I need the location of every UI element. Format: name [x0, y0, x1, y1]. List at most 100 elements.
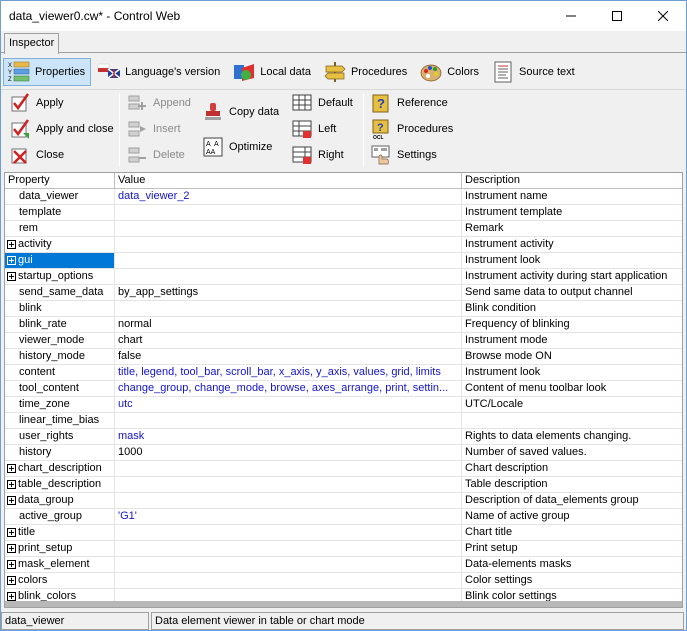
value-cell[interactable]: normal — [115, 317, 462, 332]
value-cell[interactable]: data_viewer_2 — [115, 189, 462, 204]
value-cell[interactable]: false — [115, 349, 462, 364]
value-cell[interactable] — [115, 269, 462, 284]
left-button[interactable]: Left — [292, 118, 336, 140]
table-row[interactable]: colors Color settings — [5, 573, 682, 589]
table-row[interactable]: history_mode false Browse mode ON — [5, 349, 682, 365]
property-cell[interactable]: viewer_mode — [5, 333, 115, 348]
delete-button[interactable]: Delete — [127, 144, 185, 166]
property-cell[interactable]: linear_time_bias — [5, 413, 115, 428]
properties-button[interactable]: X Y Z Properties — [3, 57, 92, 86]
property-cell[interactable]: blink_rate — [5, 317, 115, 332]
expand-plus-icon[interactable] — [7, 560, 16, 569]
apply-button[interactable]: Apply — [10, 92, 64, 114]
property-cell[interactable]: gui — [5, 253, 115, 268]
property-cell[interactable]: colors — [5, 573, 115, 588]
value-cell[interactable]: change_group, change_mode, browse, axes_… — [115, 381, 462, 396]
close-button[interactable]: Close — [10, 144, 64, 166]
append-button[interactable]: Append — [127, 92, 191, 114]
table-row[interactable]: user_rights mask Rights to data elements c… — [5, 429, 682, 445]
expand-plus-icon[interactable] — [7, 592, 16, 601]
property-cell[interactable]: data_group — [5, 493, 115, 508]
table-row[interactable]: print_setup Print setup — [5, 541, 682, 557]
value-cell[interactable] — [115, 413, 462, 428]
colors-button[interactable]: Colors — [415, 58, 485, 86]
header-property[interactable]: Property — [5, 173, 115, 188]
table-row[interactable]: table_description Table description — [5, 477, 682, 493]
value-cell[interactable] — [115, 461, 462, 476]
default-button[interactable]: Default — [292, 92, 353, 114]
close-window-button[interactable] — [640, 1, 686, 31]
property-cell[interactable]: data_viewer — [5, 189, 115, 204]
property-cell[interactable]: active_group — [5, 509, 115, 524]
value-cell[interactable] — [115, 525, 462, 540]
procedures-top-button[interactable]: Procedures — [319, 58, 413, 86]
property-cell[interactable]: startup_options — [5, 269, 115, 284]
header-value[interactable]: Value — [115, 173, 462, 188]
tab-inspector[interactable]: Inspector — [4, 33, 60, 54]
property-cell[interactable]: send_same_data — [5, 285, 115, 300]
insert-button[interactable]: Insert — [127, 118, 181, 140]
property-cell[interactable]: user_rights — [5, 429, 115, 444]
expand-plus-icon[interactable] — [7, 240, 16, 249]
table-row[interactable]: viewer_mode chart Instrument mode — [5, 333, 682, 349]
value-cell[interactable] — [115, 493, 462, 508]
property-cell[interactable]: template — [5, 205, 115, 220]
maximize-button[interactable] — [594, 1, 640, 31]
table-row[interactable]: history 1000 Number of saved values. — [5, 445, 682, 461]
value-cell[interactable]: by_app_settings — [115, 285, 462, 300]
property-cell[interactable]: content — [5, 365, 115, 380]
table-row[interactable]: mask_element Data-elements masks — [5, 557, 682, 573]
table-row[interactable]: linear_time_bias — [5, 413, 682, 429]
table-row[interactable]: content title, legend, tool_bar, scroll_b… — [5, 365, 682, 381]
table-row[interactable]: chart_description Chart description — [5, 461, 682, 477]
source-text-button[interactable]: Source text — [487, 58, 581, 86]
table-row[interactable]: active_group 'G1' Name of active group — [5, 509, 682, 525]
property-cell[interactable]: print_setup — [5, 541, 115, 556]
value-cell[interactable]: 1000 — [115, 445, 462, 460]
property-cell[interactable]: mask_element — [5, 557, 115, 572]
right-button[interactable]: Right — [292, 144, 344, 166]
copy-data-button[interactable]: Copy data — [203, 101, 279, 123]
property-cell[interactable]: history_mode — [5, 349, 115, 364]
table-row[interactable]: title Chart title — [5, 525, 682, 541]
value-cell[interactable]: chart — [115, 333, 462, 348]
language-version-button[interactable]: Language's version — [93, 58, 226, 86]
optimize-button[interactable]: A A AA Optimize — [203, 136, 272, 158]
expand-plus-icon[interactable] — [7, 272, 16, 281]
header-description[interactable]: Description — [462, 173, 682, 188]
apply-close-button[interactable]: Apply and close — [10, 118, 114, 140]
property-cell[interactable]: tool_content — [5, 381, 115, 396]
expand-plus-icon[interactable] — [7, 464, 16, 473]
table-row[interactable]: startup_options Instrument activity durin… — [5, 269, 682, 285]
value-cell[interactable]: utc — [115, 397, 462, 412]
table-row[interactable]: tool_content change_group, change_mode, b… — [5, 381, 682, 397]
table-row[interactable]: template Instrument template — [5, 205, 682, 221]
property-cell[interactable]: activity — [5, 237, 115, 252]
property-cell[interactable]: time_zone — [5, 397, 115, 412]
table-row[interactable]: time_zone utc UTC/Locale — [5, 397, 682, 413]
table-row[interactable]: blink Blink condition — [5, 301, 682, 317]
value-cell[interactable] — [115, 237, 462, 252]
value-cell[interactable]: 'G1' — [115, 509, 462, 524]
local-data-button[interactable]: Local data — [228, 58, 317, 86]
expand-plus-icon[interactable] — [7, 528, 16, 537]
value-cell[interactable] — [115, 205, 462, 220]
settings-button[interactable]: Settings — [371, 144, 437, 166]
procedures-button[interactable]: ? OCL Procedures — [371, 118, 453, 140]
property-cell[interactable]: history — [5, 445, 115, 460]
property-cell[interactable]: chart_description — [5, 461, 115, 476]
value-cell[interactable] — [115, 221, 462, 236]
property-cell[interactable]: blink — [5, 301, 115, 316]
expand-plus-icon[interactable] — [7, 576, 16, 585]
expand-plus-icon[interactable] — [7, 496, 16, 505]
expand-plus-icon[interactable] — [7, 256, 16, 265]
property-cell[interactable]: rem — [5, 221, 115, 236]
table-row[interactable]: data_viewer data_viewer_2 Instrument name — [5, 189, 682, 205]
value-cell[interactable] — [115, 541, 462, 556]
expand-plus-icon[interactable] — [7, 480, 16, 489]
table-row[interactable]: activity Instrument activity — [5, 237, 682, 253]
table-row[interactable]: send_same_data by_app_settings Send same d… — [5, 285, 682, 301]
value-cell[interactable] — [115, 573, 462, 588]
reference-button[interactable]: ? Reference — [371, 92, 448, 114]
value-cell[interactable] — [115, 477, 462, 492]
